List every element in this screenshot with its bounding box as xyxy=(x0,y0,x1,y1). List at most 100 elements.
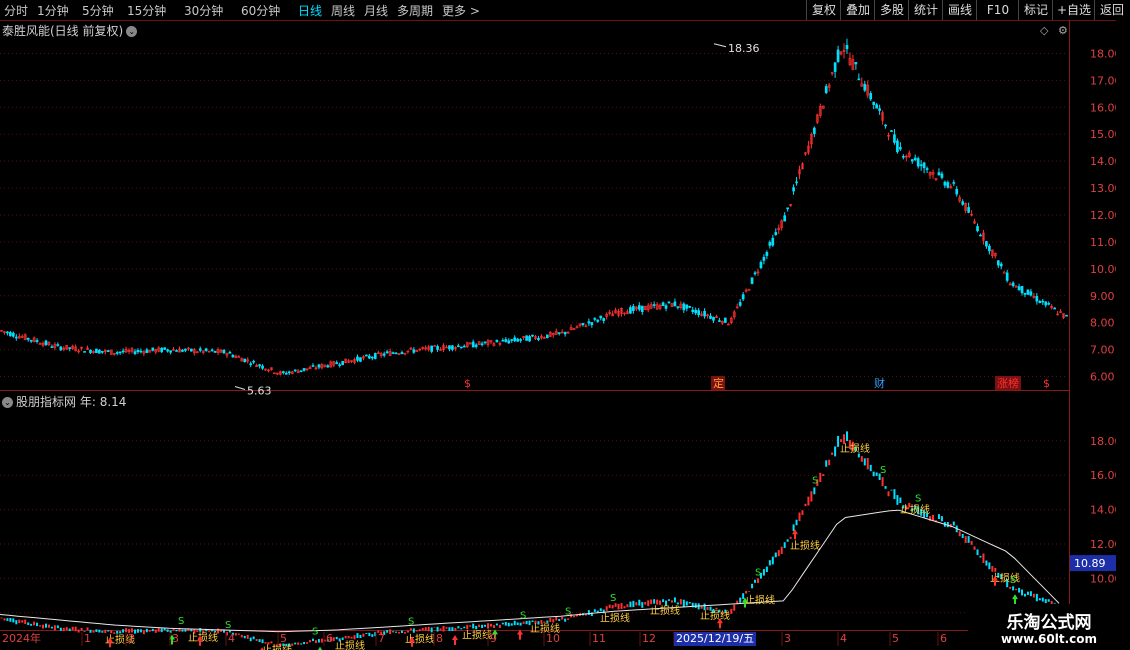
candle-body xyxy=(925,168,929,170)
candle-body xyxy=(602,318,606,321)
indicator-candles xyxy=(0,431,1068,647)
month-label: 6 xyxy=(326,632,333,645)
signal-s: S xyxy=(178,616,184,627)
main-y-tick: 8.00 xyxy=(1090,317,1115,330)
candle-body xyxy=(747,289,751,291)
candle-body xyxy=(29,339,33,342)
candle-body xyxy=(293,369,297,372)
candle-body xyxy=(356,356,359,361)
candle-body xyxy=(1017,286,1021,290)
candle-body xyxy=(198,348,202,351)
candle-body xyxy=(519,339,522,341)
candle-body xyxy=(281,371,285,373)
signal-s: S xyxy=(880,465,886,476)
axis-labels: 18.0017.0016.0015.0014.0013.0012.0011.00… xyxy=(2,47,1122,646)
candle-body xyxy=(738,302,742,306)
candle-body xyxy=(106,350,110,352)
candle-body xyxy=(955,188,959,195)
candle-body xyxy=(222,349,226,354)
month-label: 4 xyxy=(228,632,235,645)
signal-marks: 18.365.63$ 定财涨榜 $止损线 止损线止损线止损线 止损线止损线止损线止损线止… xyxy=(105,42,1050,650)
candle-body xyxy=(311,365,315,367)
candle-body xyxy=(546,334,549,339)
candle-body xyxy=(765,252,769,256)
signal-s: S xyxy=(812,475,818,486)
candle-body xyxy=(896,140,899,153)
candle-body xyxy=(115,352,119,354)
stop-loss-label: 止损线 xyxy=(840,442,870,455)
candle-body xyxy=(664,305,668,309)
candle-body xyxy=(181,349,184,352)
signal-arrow xyxy=(452,634,458,645)
candle-body xyxy=(118,351,122,354)
watermark-title: 乐淘公式网 xyxy=(1006,613,1092,633)
candle-body xyxy=(243,358,247,363)
signal-s: S xyxy=(408,616,414,627)
candle-body xyxy=(694,309,698,314)
candle-body xyxy=(121,350,125,353)
candle-body xyxy=(836,49,840,62)
candle-body xyxy=(833,62,837,72)
candle-body xyxy=(884,124,887,127)
stop-loss-label: 止损线 xyxy=(900,503,930,516)
watermark: 乐淘公式网 www.60lt.com xyxy=(968,604,1130,650)
ma-line xyxy=(0,509,1060,633)
candle-body xyxy=(507,340,511,344)
candle-body xyxy=(946,182,950,188)
signal-arrow xyxy=(317,646,323,650)
month-label: 10 xyxy=(546,632,560,645)
grid-lines xyxy=(0,20,1130,631)
stop-loss-label: 止损线 xyxy=(650,604,680,617)
candle-body xyxy=(724,317,727,323)
signal-s: S xyxy=(915,493,921,504)
current-value-label: 10.89 xyxy=(1074,557,1106,570)
candle-body xyxy=(581,323,585,326)
month-label: 2025/12/19/五 xyxy=(676,632,754,645)
signal-arrow xyxy=(1012,594,1018,605)
candle-body xyxy=(210,349,214,352)
main-y-tick: 7.00 xyxy=(1090,344,1115,357)
candle-body xyxy=(160,347,164,353)
candle-body xyxy=(471,341,475,348)
stop-loss-label: 止损线 xyxy=(790,539,820,552)
candle-body xyxy=(718,320,721,322)
candle-body xyxy=(89,349,92,353)
candle-body xyxy=(101,351,104,353)
candle-body xyxy=(59,346,63,351)
candle-body xyxy=(169,350,172,353)
chart-canvas[interactable]: 18.365.63$ 定财涨榜 $止损线 止损线止损线止损线 止损线止损线止损线止损线止… xyxy=(0,0,1130,650)
candle-body xyxy=(537,337,540,340)
candle-body xyxy=(688,305,692,308)
candle-body xyxy=(317,364,321,368)
candle-body xyxy=(652,304,656,306)
candle-body xyxy=(753,272,757,275)
candle-body xyxy=(382,353,386,356)
candle-body xyxy=(14,336,18,339)
candle-body xyxy=(709,315,712,319)
candle-body xyxy=(673,301,677,307)
candle-body xyxy=(133,351,137,354)
candle-body xyxy=(685,304,689,309)
candle-body xyxy=(890,130,893,132)
signal-s: S xyxy=(312,627,318,638)
candle-body xyxy=(985,241,988,247)
month-label: 5 xyxy=(280,632,287,645)
candle-body xyxy=(774,232,778,235)
candle-body xyxy=(676,306,680,308)
candle-body xyxy=(213,350,217,353)
stop-loss-label: 止损线 xyxy=(262,643,292,650)
candle-body xyxy=(44,340,48,345)
candle-body xyxy=(6,331,9,334)
candle-body xyxy=(56,344,60,346)
month-label: 7 xyxy=(378,632,385,645)
candle-body xyxy=(1011,282,1015,286)
candle-body xyxy=(599,315,603,319)
candle-body xyxy=(759,261,763,268)
candle-body xyxy=(741,294,745,300)
candle-body xyxy=(988,245,991,252)
candle-body xyxy=(495,339,499,343)
candle-body xyxy=(83,351,86,353)
candle-body xyxy=(1026,289,1030,295)
candle-body xyxy=(341,361,344,366)
candle-body xyxy=(697,310,700,316)
